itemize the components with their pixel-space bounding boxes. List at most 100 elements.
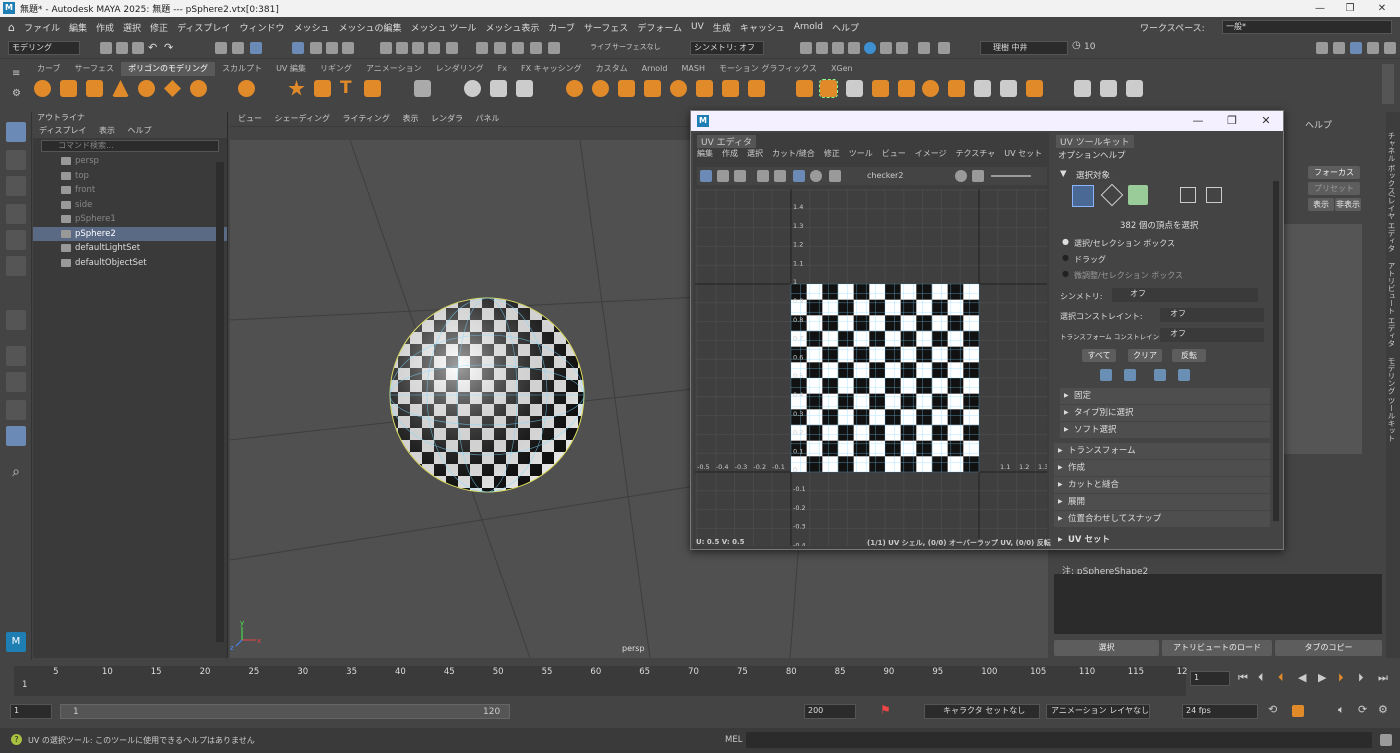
channel-box-toggle-icon[interactable]	[1367, 42, 1379, 54]
outliner-item[interactable]: front	[33, 183, 227, 198]
menu-curves[interactable]: カーブ	[548, 21, 574, 34]
extrude-icon[interactable]	[796, 80, 813, 97]
frame-select-by-type[interactable]: タイプ別に選択	[1060, 405, 1270, 421]
select-by-object-icon[interactable]	[232, 42, 244, 54]
sync-icon[interactable]: ⟳	[1358, 703, 1367, 716]
radio-drag-icon[interactable]: ●	[1062, 253, 1069, 262]
shelf-tab-rigging[interactable]: リギング	[313, 62, 359, 76]
shelf-tab-arnold[interactable]: Arnold	[635, 62, 675, 76]
frame-unfold[interactable]: 展開	[1054, 494, 1270, 510]
menu-file[interactable]: ファイル	[24, 21, 60, 34]
play-forward-icon[interactable]: ▶	[1318, 671, 1326, 684]
uv-editor-window[interactable]: M — ❐ ✕ UV エディタ 編集 作成 選択 カット/縫合 修正 ツール ビ…	[690, 110, 1284, 550]
uv-shaded-icon[interactable]	[717, 170, 729, 182]
symmetry-dropdown[interactable]: シンメトリ: オフ	[690, 41, 764, 55]
uv-mode-icon[interactable]	[1180, 187, 1196, 203]
quad-draw-icon[interactable]	[1074, 80, 1091, 97]
select-shortest-icon[interactable]	[1178, 369, 1190, 381]
last-tool-icon[interactable]	[6, 310, 26, 330]
frame-pin[interactable]: 固定	[1060, 388, 1270, 404]
stop-icon[interactable]	[938, 42, 950, 54]
face-mode-icon[interactable]	[1128, 185, 1148, 205]
face-mask-icon[interactable]	[326, 42, 338, 54]
uv-menu-edit[interactable]: 編集	[697, 148, 713, 162]
side-by-side-icon[interactable]	[6, 400, 26, 420]
anim-layer-dropdown[interactable]: アニメーション レイヤなし	[1046, 704, 1150, 719]
history-icon[interactable]	[476, 42, 488, 54]
center-pivot-icon[interactable]	[464, 80, 481, 97]
outliner-item[interactable]: side	[33, 198, 227, 213]
extract-icon[interactable]	[618, 80, 635, 97]
sound-icon[interactable]: 🔈︎	[1338, 703, 1345, 717]
uv-editor-tab[interactable]: UV エディタ	[697, 135, 756, 148]
menu-edit[interactable]: 編集	[69, 21, 87, 34]
vp-menu-show[interactable]: 表示	[402, 114, 418, 123]
radio-drag[interactable]: ドラッグ	[1074, 254, 1106, 265]
shelf-tab-surfaces[interactable]: サーフェス	[68, 62, 122, 76]
uv-close-button[interactable]: ✕	[1249, 111, 1283, 131]
uv-menu-select[interactable]: 選択	[747, 148, 763, 162]
redo-icon[interactable]: ↷	[164, 42, 176, 54]
uv-distortion-icon[interactable]	[734, 170, 746, 182]
copy-tab-button[interactable]: タブのコピー	[1275, 640, 1382, 656]
select-all-button[interactable]: すべて	[1082, 349, 1116, 362]
transform-constraint-field[interactable]: オフ	[1160, 328, 1264, 342]
frame-soft-select[interactable]: ソフト選択	[1060, 422, 1270, 438]
bridge-icon[interactable]	[846, 80, 863, 97]
sphere-object[interactable]	[389, 297, 585, 493]
outliner-item[interactable]: pSphere2	[33, 226, 227, 241]
vp-menu-lighting[interactable]: ライティング	[343, 114, 390, 123]
multi-cut-icon[interactable]	[922, 80, 939, 97]
match-pivot-icon[interactable]	[490, 80, 507, 97]
arnold-view-icon[interactable]	[896, 42, 908, 54]
vp-menu-view[interactable]: ビュー	[238, 114, 262, 123]
render-settings-icon[interactable]	[832, 42, 844, 54]
uv-menu-create[interactable]: 作成	[722, 148, 738, 162]
auto-key-icon[interactable]: ⚑	[880, 703, 891, 717]
menu-cache[interactable]: キャッシュ	[740, 21, 785, 34]
shelf-tab-animation[interactable]: アニメーション	[359, 62, 429, 76]
frame-uv-sets[interactable]: UV セット	[1054, 532, 1280, 548]
vertex-mode-icon[interactable]	[1072, 185, 1094, 207]
menu-edit-mesh[interactable]: メッシュの編集	[338, 21, 401, 34]
shelf-menu-icon[interactable]: ≡	[12, 68, 20, 79]
uv-toolkit-tab[interactable]: UV ツールキット	[1056, 135, 1134, 148]
mode-dropdown[interactable]: モデリング	[8, 41, 80, 55]
merge-icon[interactable]	[948, 80, 965, 97]
notes-field[interactable]	[1054, 574, 1382, 634]
prev-key-icon[interactable]: ⏴	[1278, 671, 1284, 685]
next-key-icon[interactable]: ⏵	[1338, 671, 1344, 685]
poly-cube-icon[interactable]	[60, 80, 77, 97]
script-editor-icon[interactable]	[1380, 734, 1392, 746]
connect-icon[interactable]	[1000, 80, 1017, 97]
uvtk-scrollbar[interactable]	[1273, 181, 1279, 521]
fps-dropdown[interactable]: 24 fps	[1182, 704, 1258, 719]
poly-disc-icon[interactable]	[190, 80, 207, 97]
select-border-icon[interactable]	[1154, 369, 1166, 381]
folder-icon[interactable]	[100, 42, 112, 54]
modeling-toolkit-toggle-icon[interactable]	[1316, 42, 1328, 54]
go-to-start-icon[interactable]: ⏮	[1238, 671, 1248, 685]
paint-select-icon[interactable]	[6, 176, 26, 196]
menu-mesh-display[interactable]: メッシュ表示	[485, 21, 539, 34]
edge-mode-icon[interactable]	[1100, 183, 1124, 207]
preset-button[interactable]: プリセット	[1308, 182, 1360, 195]
range-slider[interactable]: 1 120	[60, 704, 510, 719]
collapse-icon[interactable]	[974, 80, 991, 97]
snap-curve-icon[interactable]	[396, 42, 408, 54]
constraint-field[interactable]: オフ	[1160, 308, 1264, 322]
step-back-icon[interactable]: ⏴	[1258, 671, 1264, 685]
menu-mesh-tools[interactable]: メッシュ ツール	[410, 21, 476, 34]
snap-point-icon[interactable]	[412, 42, 424, 54]
tab-channel-box[interactable]: チャネル ボックス/レイヤ エディタ	[1386, 132, 1397, 252]
outliner-item[interactable]: pSphere1	[33, 212, 227, 227]
poly-sphere-icon[interactable]	[34, 80, 51, 97]
menu-display[interactable]: ディスプレイ	[177, 21, 230, 34]
uv-grid-toggle-icon[interactable]	[700, 170, 712, 182]
uvtk-select-section[interactable]: 選択対象	[1076, 169, 1110, 181]
uv-shell-mode-icon[interactable]	[1206, 187, 1222, 203]
menu-surfaces[interactable]: サーフェス	[584, 21, 628, 34]
hide-button[interactable]: 非表示	[1335, 198, 1361, 211]
uv-exposure-icon[interactable]	[955, 170, 967, 182]
sweep-mesh-icon[interactable]	[314, 80, 331, 97]
